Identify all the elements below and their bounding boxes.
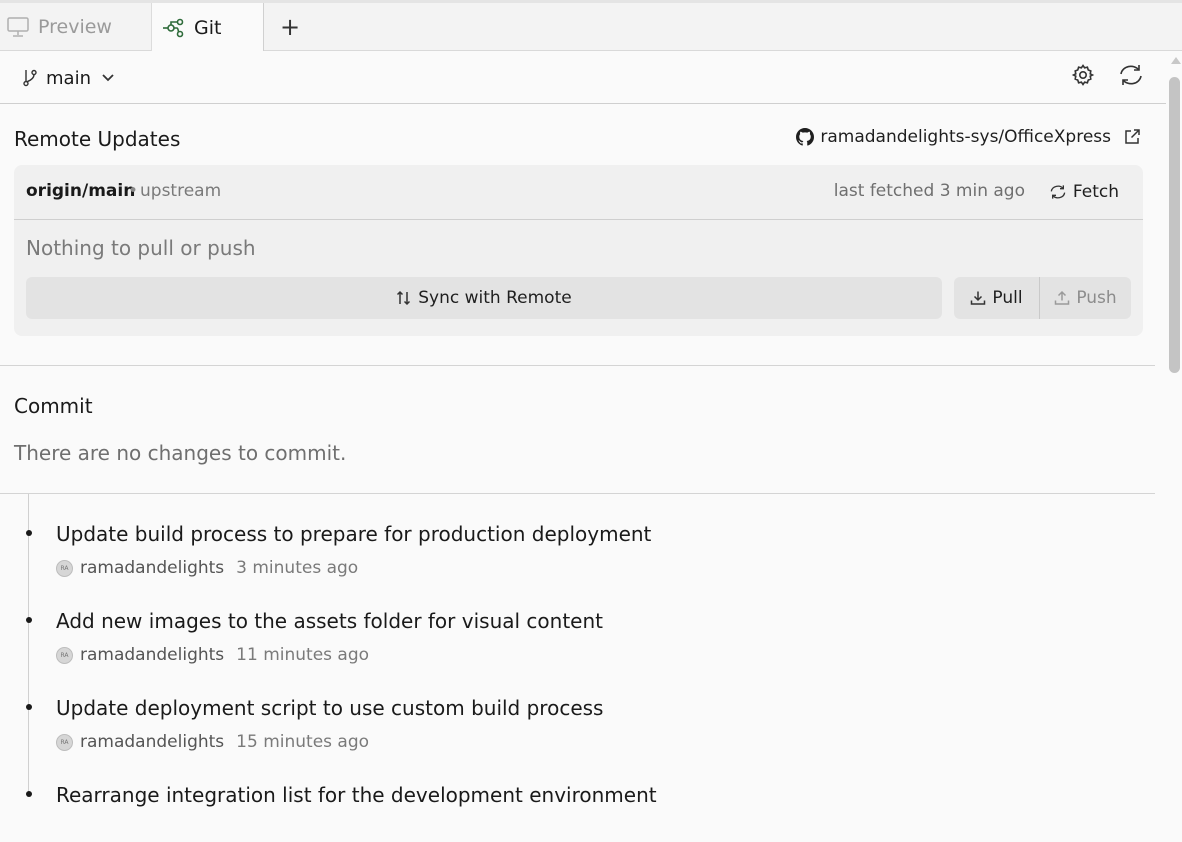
commit-title: Commit bbox=[14, 394, 93, 418]
commit-author: ramadandelights bbox=[80, 645, 225, 665]
commit-item[interactable]: Update build process to prepare for prod… bbox=[0, 494, 1155, 581]
commit-message: Add new images to the assets folder for … bbox=[56, 609, 603, 633]
push-label: Push bbox=[1076, 288, 1117, 308]
sync-status-message: Nothing to pull or push bbox=[26, 236, 256, 260]
add-tab-button[interactable]: + bbox=[278, 3, 302, 51]
tab-preview[interactable]: Preview bbox=[0, 3, 152, 51]
pull-push-group: Pull Push bbox=[954, 277, 1131, 319]
git-commit-icon bbox=[162, 16, 186, 40]
fetch-button[interactable]: Fetch bbox=[1049, 178, 1119, 206]
commit-history: Update build process to prepare for prod… bbox=[0, 494, 1155, 807]
tab-git[interactable]: Git bbox=[152, 3, 264, 52]
git-branch-icon bbox=[22, 69, 38, 87]
scrollbar[interactable] bbox=[1166, 51, 1182, 795]
sync-label: Sync with Remote bbox=[418, 288, 572, 308]
tab-preview-label: Preview bbox=[38, 16, 112, 38]
commit-time: 15 minutes ago bbox=[236, 732, 370, 752]
commit-dot bbox=[26, 791, 32, 797]
commit-time: 11 minutes ago bbox=[236, 645, 370, 665]
commit-dot bbox=[26, 617, 32, 623]
commit-message: Rearrange integration list for the devel… bbox=[56, 783, 657, 807]
avatar: RA bbox=[56, 559, 73, 577]
commit-meta: RA ramadandelights 11 minutes ago bbox=[56, 644, 369, 666]
separator-dot: • bbox=[128, 181, 139, 201]
upload-icon bbox=[1054, 290, 1070, 306]
gear-icon bbox=[1071, 63, 1095, 91]
refresh-icon bbox=[1049, 184, 1067, 200]
commit-time: 3 minutes ago bbox=[236, 558, 359, 578]
github-icon bbox=[796, 128, 815, 146]
commit-section: Commit There are no changes to commit. bbox=[0, 366, 1155, 494]
commit-meta: RA ramadandelights 15 minutes ago bbox=[56, 731, 369, 753]
branch-name: main bbox=[46, 67, 91, 89]
refresh-icon bbox=[1118, 63, 1144, 91]
last-fetched-text: last fetched 3 min ago bbox=[833, 181, 1025, 201]
push-button[interactable]: Push bbox=[1040, 277, 1131, 319]
commit-author: ramadandelights bbox=[80, 558, 225, 578]
download-icon bbox=[970, 290, 986, 306]
refresh-button[interactable] bbox=[1117, 63, 1145, 91]
upstream-label: upstream bbox=[140, 181, 222, 201]
scroll-up-arrow-icon[interactable] bbox=[1171, 57, 1181, 64]
tab-bar: Preview Git + bbox=[0, 3, 1182, 52]
remote-branch-name: origin/main bbox=[26, 181, 136, 201]
commit-author: ramadandelights bbox=[80, 732, 225, 752]
avatar: RA bbox=[56, 646, 73, 664]
commit-dot bbox=[26, 530, 32, 536]
branch-toolbar: main bbox=[0, 51, 1166, 104]
scroll-thumb[interactable] bbox=[1169, 77, 1180, 373]
commit-item[interactable]: Add new images to the assets folder for … bbox=[0, 581, 1155, 668]
remote-card-header: origin/main • upstream last fetched 3 mi… bbox=[14, 165, 1143, 220]
arrows-up-down-icon bbox=[396, 290, 412, 306]
pull-label: Pull bbox=[992, 288, 1023, 308]
commit-item[interactable]: Update deployment script to use custom b… bbox=[0, 668, 1155, 755]
remote-updates-title: Remote Updates bbox=[14, 127, 181, 151]
fetch-label: Fetch bbox=[1072, 182, 1119, 202]
branch-selector[interactable]: main bbox=[22, 65, 115, 91]
monitor-icon bbox=[6, 16, 30, 38]
no-changes-message: There are no changes to commit. bbox=[14, 441, 347, 465]
external-link-icon bbox=[1123, 128, 1141, 146]
chevron-down-icon bbox=[101, 73, 115, 83]
commit-item[interactable]: Rearrange integration list for the devel… bbox=[0, 755, 1155, 842]
pull-button[interactable]: Pull bbox=[954, 277, 1040, 319]
settings-button[interactable] bbox=[1069, 63, 1097, 91]
commit-meta: RA ramadandelights 3 minutes ago bbox=[56, 557, 358, 579]
repo-link[interactable]: ramadandelights-sys/OfficeXpress bbox=[796, 127, 1141, 147]
commit-message: Update build process to prepare for prod… bbox=[56, 522, 652, 546]
git-panel: main Remote Updates ramadandelights-sys/… bbox=[0, 51, 1182, 807]
repo-name: ramadandelights-sys/OfficeXpress bbox=[820, 127, 1111, 147]
sync-with-remote-button[interactable]: Sync with Remote bbox=[26, 277, 942, 319]
avatar: RA bbox=[56, 733, 73, 751]
commit-dot bbox=[26, 704, 32, 710]
commit-message: Update deployment script to use custom b… bbox=[56, 696, 604, 720]
tab-git-label: Git bbox=[194, 16, 222, 39]
remote-card: origin/main • upstream last fetched 3 mi… bbox=[14, 165, 1143, 336]
